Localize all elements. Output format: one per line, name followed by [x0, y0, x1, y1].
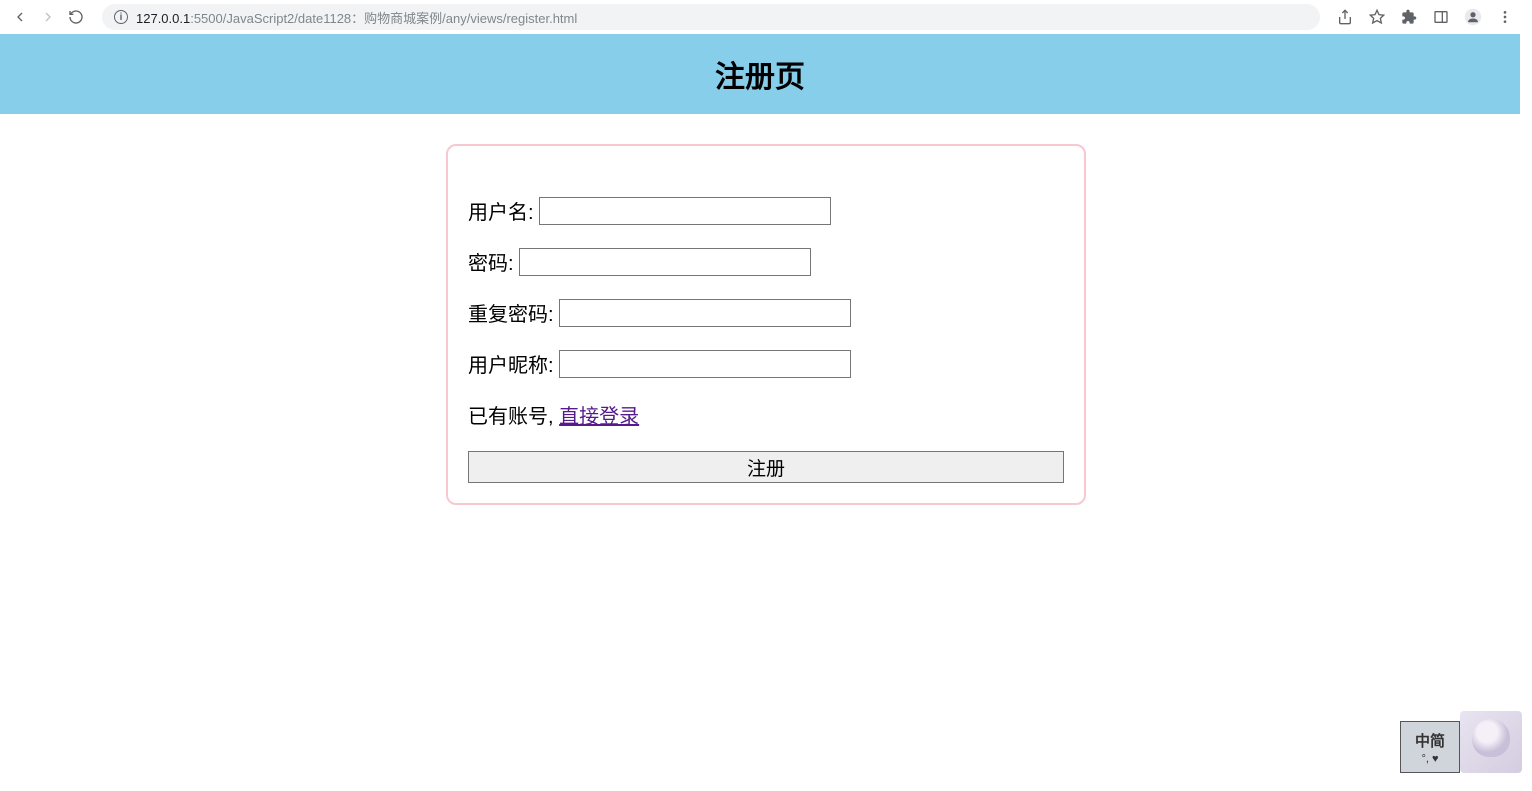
username-label: 用户名: — [468, 196, 534, 225]
repeat-password-row: 重复密码: — [468, 298, 1064, 327]
back-button[interactable] — [10, 7, 30, 27]
page-title: 注册页 — [715, 52, 805, 96]
ime-widget: 中简 °, ♥ — [1400, 711, 1522, 773]
profile-icon[interactable] — [1464, 8, 1482, 26]
extensions-icon[interactable] — [1400, 8, 1418, 26]
bookmark-star-icon[interactable] — [1368, 8, 1386, 26]
nickname-input[interactable] — [559, 350, 851, 378]
page-header: 注册页 — [0, 34, 1520, 114]
site-info-icon[interactable]: i — [114, 10, 128, 24]
nickname-label: 用户昵称: — [468, 349, 554, 378]
forward-button[interactable] — [38, 7, 58, 27]
password-row: 密码: — [468, 247, 1064, 276]
browser-chrome: i 127.0.0.1:5500/JavaScript2/date1128：购物… — [0, 0, 1532, 34]
register-button[interactable]: 注册 — [468, 451, 1064, 483]
reload-button[interactable] — [66, 7, 86, 27]
address-bar[interactable]: i 127.0.0.1:5500/JavaScript2/date1128：购物… — [102, 4, 1320, 30]
share-icon[interactable] — [1336, 8, 1354, 26]
ime-sub-label: °, ♥ — [1421, 753, 1438, 765]
nickname-row: 用户昵称: — [468, 349, 1064, 378]
menu-icon[interactable] — [1496, 8, 1514, 26]
login-link[interactable]: 直接登录 — [559, 406, 639, 428]
has-account-text: 已有账号, — [468, 406, 559, 428]
register-form: 用户名: 密码: 重复密码: 用户昵称: 已有账号, 直接登录 注册 — [446, 144, 1086, 505]
login-link-row: 已有账号, 直接登录 — [468, 400, 1064, 429]
toolbar-icons — [1336, 8, 1522, 26]
repeat-password-label: 重复密码: — [468, 298, 554, 327]
panel-icon[interactable] — [1432, 8, 1450, 26]
username-row: 用户名: — [468, 196, 1064, 225]
ime-status-box[interactable]: 中简 °, ♥ — [1400, 721, 1460, 773]
ime-mode-label: 中简 — [1415, 730, 1445, 751]
url-text: 127.0.0.1:5500/JavaScript2/date1128：购物商城… — [136, 8, 577, 27]
password-label: 密码: — [468, 247, 514, 276]
password-input[interactable] — [519, 248, 811, 276]
repeat-password-input[interactable] — [559, 299, 851, 327]
assistant-avatar-icon[interactable] — [1460, 711, 1522, 773]
username-input[interactable] — [539, 197, 831, 225]
